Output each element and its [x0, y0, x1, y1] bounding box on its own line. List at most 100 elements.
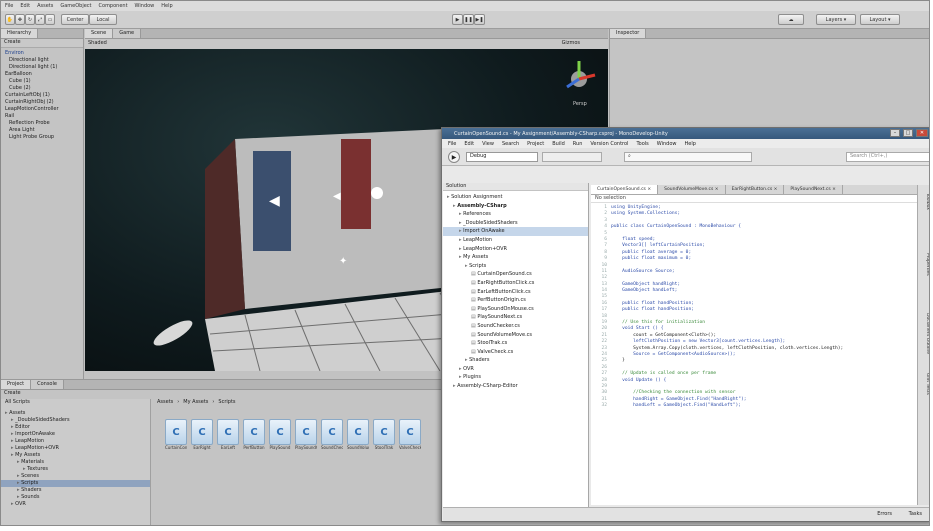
script-asset[interactable]: C EarLeft: [217, 419, 239, 450]
scale-tool-icon[interactable]: ⤢: [35, 14, 45, 25]
solution-item[interactable]: ▸ Shaders: [443, 356, 588, 365]
project-folder[interactable]: ▸ Sounds: [1, 494, 150, 501]
md-menu-item[interactable]: Version Control: [590, 141, 628, 147]
tab-hierarchy[interactable]: Hierarchy: [1, 29, 39, 38]
shaded-dropdown[interactable]: Shaded: [88, 40, 107, 46]
project-folder[interactable]: ▸ Materials: [1, 459, 150, 466]
project-folder[interactable]: ▸ My Assets: [1, 452, 150, 459]
pivot-center-button[interactable]: Center: [61, 14, 89, 25]
side-tab[interactable]: Unit Tests: [920, 373, 929, 395]
hierarchy-item[interactable]: Directional light: [1, 57, 83, 64]
target-select[interactable]: [542, 152, 602, 162]
tab-scene[interactable]: Scene: [85, 29, 114, 38]
solution-item[interactable]: ▸ Assembly-CSharp: [443, 202, 588, 211]
cloud-icon[interactable]: ☁: [778, 14, 804, 25]
solution-search[interactable]: ⌕: [624, 152, 752, 162]
solution-item[interactable]: ▤ PlaySoundNext.cs: [443, 313, 588, 322]
hierarchy-item[interactable]: Environ: [1, 50, 83, 57]
md-menu-item[interactable]: Window: [657, 141, 677, 147]
script-asset[interactable]: C StoolTrak: [373, 419, 395, 450]
project-folder[interactable]: ▸ _DoubleSidedShaders: [1, 417, 150, 424]
md-menu-item[interactable]: Edit: [464, 141, 474, 147]
editor-tab[interactable]: SoundVolumeMove.cs ×: [658, 185, 726, 194]
tab-inspector[interactable]: Inspector: [610, 29, 647, 38]
configuration-select[interactable]: Debug: [466, 152, 538, 162]
script-asset[interactable]: C PerfButton: [243, 419, 265, 450]
script-asset[interactable]: CSoundChecker: [321, 419, 343, 450]
project-folder[interactable]: ▸ Scripts: [1, 480, 150, 487]
solution-item[interactable]: ▸ References: [443, 210, 588, 219]
favorites-all-scripts[interactable]: All Scripts: [1, 399, 150, 406]
menu-item-file[interactable]: File: [5, 3, 13, 9]
editor-tab[interactable]: CurtainOpenSound.cs ×: [591, 185, 659, 194]
search-input[interactable]: Search (Ctrl+,): [846, 152, 929, 162]
script-asset[interactable]: CSoundVolume: [347, 419, 369, 450]
side-tab[interactable]: Document Outline: [920, 313, 929, 354]
md-menu-item[interactable]: View: [482, 141, 494, 147]
project-folder[interactable]: ▸ Editor: [1, 424, 150, 431]
layers-dropdown[interactable]: Layers ▾: [816, 14, 856, 25]
md-menu-item[interactable]: Build: [552, 141, 565, 147]
rect-tool-icon[interactable]: ▭: [45, 14, 55, 25]
move-tool-icon[interactable]: ✥: [15, 14, 25, 25]
close-icon[interactable]: ×: [646, 187, 651, 192]
code-editor[interactable]: CurtainOpenSound.cs × SoundVolumeMove.cs …: [591, 185, 917, 505]
hierarchy-create-button[interactable]: Create: [1, 39, 83, 48]
project-folder[interactable]: ▸ ImportOnAwake: [1, 431, 150, 438]
hierarchy-item[interactable]: Cube (2): [1, 85, 83, 92]
tasks-button[interactable]: Tasks: [909, 511, 922, 517]
md-menu-item[interactable]: Search: [502, 141, 519, 147]
solution-item[interactable]: ▸ My Assets: [443, 253, 588, 262]
play-icon[interactable]: ▶: [452, 14, 463, 25]
minimize-icon[interactable]: –: [890, 129, 900, 137]
errors-button[interactable]: Errors: [877, 511, 892, 517]
solution-item[interactable]: ▤ EarLeftButtonClick.cs: [443, 288, 588, 297]
project-create-button[interactable]: Create: [1, 390, 441, 398]
solution-item[interactable]: ▸ Import OnAwake: [443, 227, 588, 236]
close-icon[interactable]: ×: [831, 187, 836, 192]
close-icon[interactable]: ×: [713, 187, 719, 192]
editor-tab[interactable]: PlaySoundNext.cs ×: [784, 185, 843, 194]
solution-item[interactable]: ▤ SoundChecker.cs: [443, 322, 588, 331]
side-tab[interactable]: Toolbox: [920, 193, 929, 210]
tab-game[interactable]: Game: [113, 29, 142, 38]
md-menu-item[interactable]: Help: [685, 141, 696, 147]
pivot-local-button[interactable]: Local: [89, 14, 117, 25]
script-asset[interactable]: C ValveCheck: [399, 419, 421, 450]
project-folder[interactable]: ▸ Textures: [1, 466, 150, 473]
breadcrumb-item[interactable]: Scripts: [218, 399, 235, 408]
project-folder[interactable]: ▸ Assets: [1, 410, 150, 417]
solution-item[interactable]: ▸ Plugins: [443, 373, 588, 382]
solution-item[interactable]: ▤ CurtainOpenSound.cs: [443, 270, 588, 279]
layout-dropdown[interactable]: Layout ▾: [860, 14, 900, 25]
menu-item-help[interactable]: Help: [161, 3, 172, 9]
solution-item[interactable]: ▤ PlaySoundOnMouse.cs: [443, 305, 588, 314]
script-asset[interactable]: CPlaySoundOnMouse: [295, 419, 317, 450]
close-icon[interactable]: ×: [772, 187, 778, 192]
solution-item[interactable]: ▸ Assembly-CSharp-Editor: [443, 382, 588, 391]
run-icon[interactable]: ▶: [448, 151, 460, 163]
script-asset[interactable]: CCurtainControl: [165, 419, 187, 450]
solution-item[interactable]: ▤ PerfButtonOrigin.cs: [443, 296, 588, 305]
md-menu-item[interactable]: File: [448, 141, 456, 147]
side-tab[interactable]: Properties: [920, 253, 929, 276]
menu-item-assets[interactable]: Assets: [37, 3, 53, 9]
editor-tab[interactable]: EarRightButton.cs ×: [726, 185, 785, 194]
project-folder[interactable]: ▸ LeapMotion: [1, 438, 150, 445]
menu-item-edit[interactable]: Edit: [20, 3, 30, 9]
hierarchy-item[interactable]: Cube (1): [1, 78, 83, 85]
project-folder[interactable]: ▸ Shaders: [1, 487, 150, 494]
md-menu-item[interactable]: Tools: [636, 141, 648, 147]
md-menu-item[interactable]: Project: [527, 141, 544, 147]
solution-item[interactable]: ▸ LeapMotion: [443, 236, 588, 245]
hand-tool-icon[interactable]: ✋: [5, 14, 15, 25]
pause-icon[interactable]: ❚❚: [463, 14, 474, 25]
tab-project[interactable]: Project: [1, 380, 32, 389]
solution-item[interactable]: ▤ EarRightButtonClick.cs: [443, 279, 588, 288]
menu-item-component[interactable]: Component: [99, 3, 128, 9]
close-icon[interactable]: ✕: [916, 129, 928, 137]
hierarchy-item[interactable]: Reflection Probe: [1, 120, 83, 127]
hierarchy-item[interactable]: Directional light (1): [1, 64, 83, 71]
script-asset[interactable]: C EarRight: [191, 419, 213, 450]
step-icon[interactable]: ▶❚: [474, 14, 485, 25]
